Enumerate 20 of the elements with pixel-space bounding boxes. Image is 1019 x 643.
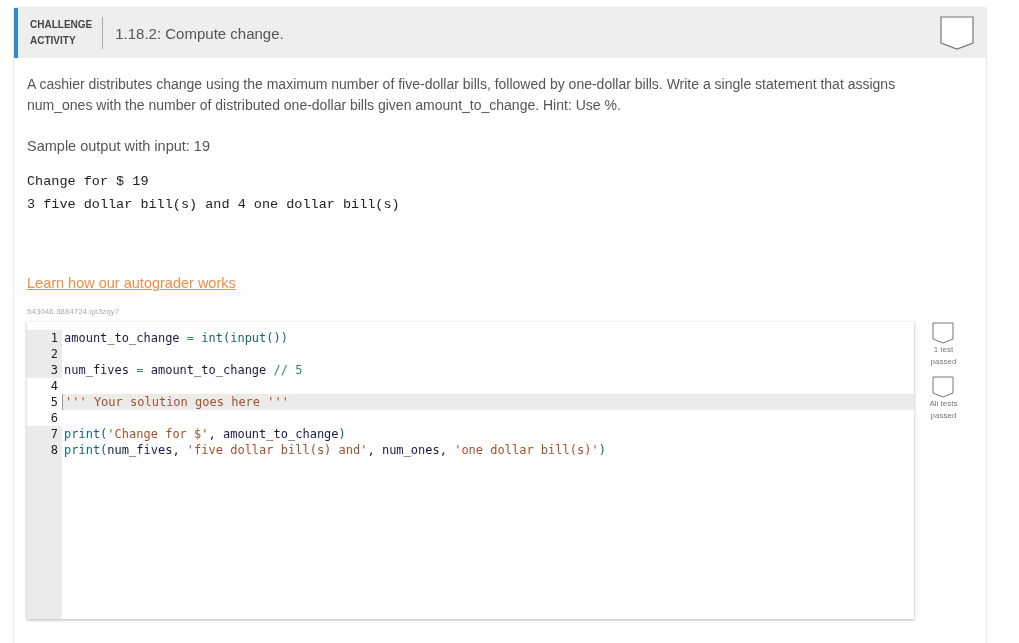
session-id: 543046.3884724.qx3zqy7 bbox=[27, 307, 121, 316]
line-number: 2 bbox=[27, 346, 62, 362]
test-status-label: All tests passed bbox=[928, 398, 959, 422]
activity-type-label: CHALLENGE bbox=[30, 18, 93, 32]
activity-title: 1.18.2: Compute change. bbox=[114, 24, 285, 42]
line-number: 7 bbox=[27, 426, 62, 442]
code-editor[interactable] bbox=[27, 322, 914, 619]
code-line[interactable]: print(num_fives, 'five dollar bill(s) and', num_ones, 'one dollar bill(s)') bbox=[62, 442, 914, 458]
code-line[interactable]: amount_to_change = int(input()) bbox=[62, 330, 914, 346]
line-number: 1 bbox=[27, 330, 62, 346]
activity-type-label: ACTIVITY bbox=[30, 34, 77, 48]
line-number: 3 bbox=[27, 362, 62, 378]
instructions-text: A cashier distributes change using the maximum number of five-dollar bills, followed by one-dollar bills. Write a single statement that assigns num_ones with the number of distributed one-dollar bills given amount_to_change. Hint: Use %. bbox=[27, 75, 897, 115]
sample-output-line: Change for $ 19 bbox=[27, 173, 150, 191]
sample-label: Sample output with input: 19 bbox=[27, 138, 211, 154]
test-status-label: 1 test passed bbox=[929, 344, 958, 368]
sample-output-line: 3 five dollar bill(s) and 4 one dollar bill(s) bbox=[27, 196, 401, 214]
line-number: 8 bbox=[27, 442, 62, 458]
code-line[interactable]: num_fives = amount_to_change // 5 bbox=[62, 362, 914, 378]
code-line[interactable]: print('Change for $', amount_to_change) bbox=[62, 426, 914, 442]
